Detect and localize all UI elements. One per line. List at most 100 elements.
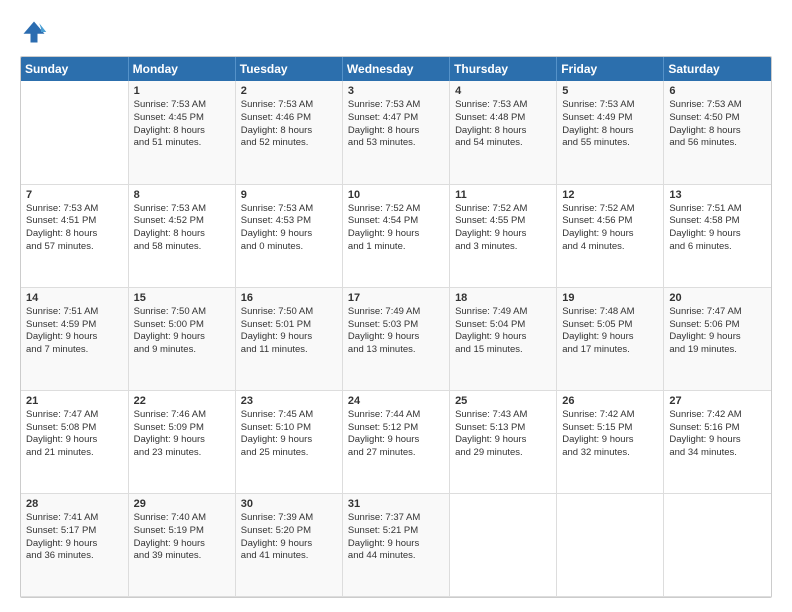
day-number: 24 <box>348 395 444 407</box>
day-info: Sunrise: 7:47 AM Sunset: 5:06 PM Dayligh… <box>669 306 766 357</box>
day-number: 27 <box>669 395 766 407</box>
calendar-cell: 27 Sunrise: 7:42 AM Sunset: 5:16 PM Dayli… <box>664 390 771 493</box>
calendar-cell: 28 Sunrise: 7:41 AM Sunset: 5:17 PM Dayli… <box>21 493 128 596</box>
week-row-2: 7 Sunrise: 7:53 AM Sunset: 4:51 PM Daylig… <box>21 184 771 287</box>
day-number: 28 <box>26 498 123 510</box>
calendar-cell: 13 Sunrise: 7:51 AM Sunset: 4:58 PM Dayli… <box>664 184 771 287</box>
day-number: 31 <box>348 498 444 510</box>
day-info: Sunrise: 7:40 AM Sunset: 5:19 PM Dayligh… <box>134 512 230 563</box>
calendar-cell: 5 Sunrise: 7:53 AM Sunset: 4:49 PM Daylig… <box>557 81 664 184</box>
calendar-cell: 7 Sunrise: 7:53 AM Sunset: 4:51 PM Daylig… <box>21 184 128 287</box>
calendar-cell: 11Sunrise: 7:52 AM Sunset: 4:55 PM Dayli… <box>450 184 557 287</box>
day-number: 26 <box>562 395 658 407</box>
calendar-cell <box>21 81 128 184</box>
day-info: Sunrise: 7:53 AM Sunset: 4:48 PM Dayligh… <box>455 99 551 150</box>
day-number: 21 <box>26 395 123 407</box>
day-info: Sunrise: 7:53 AM Sunset: 4:49 PM Dayligh… <box>562 99 658 150</box>
calendar-table: SundayMondayTuesdayWednesdayThursdayFrid… <box>21 57 771 597</box>
day-number: 2 <box>241 85 337 97</box>
calendar-cell: 15 Sunrise: 7:50 AM Sunset: 5:00 PM Dayli… <box>128 287 235 390</box>
calendar-cell <box>450 493 557 596</box>
header-row: SundayMondayTuesdayWednesdayThursdayFrid… <box>21 57 771 81</box>
calendar-cell: 1 Sunrise: 7:53 AM Sunset: 4:45 PM Daylig… <box>128 81 235 184</box>
day-info: Sunrise: 7:51 AM Sunset: 4:59 PM Dayligh… <box>26 306 123 357</box>
calendar-cell: 2 Sunrise: 7:53 AM Sunset: 4:46 PM Daylig… <box>235 81 342 184</box>
day-number: 12 <box>562 189 658 201</box>
day-number: 13 <box>669 189 766 201</box>
calendar-cell: 10 Sunrise: 7:52 AM Sunset: 4:54 PM Dayli… <box>342 184 449 287</box>
calendar-cell: 4 Sunrise: 7:53 AM Sunset: 4:48 PM Daylig… <box>450 81 557 184</box>
day-number: 30 <box>241 498 337 510</box>
day-info: Sunrise: 7:46 AM Sunset: 5:09 PM Dayligh… <box>134 409 230 460</box>
day-info: Sunrise: 7:52 AM Sunset: 4:54 PM Dayligh… <box>348 203 444 254</box>
day-info: Sunrise: 7:51 AM Sunset: 4:58 PM Dayligh… <box>669 203 766 254</box>
day-number: 19 <box>562 292 658 304</box>
logo-icon <box>20 18 48 46</box>
logo <box>20 18 52 46</box>
day-number: 29 <box>134 498 230 510</box>
day-number: 1 <box>134 85 230 97</box>
day-number: 15 <box>134 292 230 304</box>
day-info: Sunrise: 7:48 AM Sunset: 5:05 PM Dayligh… <box>562 306 658 357</box>
day-info: Sunrise: 7:53 AM Sunset: 4:47 PM Dayligh… <box>348 99 444 150</box>
day-info: Sunrise: 7:53 AM Sunset: 4:50 PM Dayligh… <box>669 99 766 150</box>
calendar-cell: 9 Sunrise: 7:53 AM Sunset: 4:53 PM Daylig… <box>235 184 342 287</box>
calendar-cell: 30Sunrise: 7:39 AM Sunset: 5:20 PM Dayli… <box>235 493 342 596</box>
day-info: Sunrise: 7:53 AM Sunset: 4:46 PM Dayligh… <box>241 99 337 150</box>
day-info: Sunrise: 7:50 AM Sunset: 5:00 PM Dayligh… <box>134 306 230 357</box>
calendar-body: 1 Sunrise: 7:53 AM Sunset: 4:45 PM Daylig… <box>21 81 771 597</box>
day-number: 5 <box>562 85 658 97</box>
day-number: 18 <box>455 292 551 304</box>
day-number: 23 <box>241 395 337 407</box>
day-number: 20 <box>669 292 766 304</box>
day-number: 8 <box>134 189 230 201</box>
calendar-cell: 19 Sunrise: 7:48 AM Sunset: 5:05 PM Dayli… <box>557 287 664 390</box>
calendar-cell <box>664 493 771 596</box>
calendar-cell: 26 Sunrise: 7:42 AM Sunset: 5:15 PM Dayli… <box>557 390 664 493</box>
day-number: 14 <box>26 292 123 304</box>
day-number: 7 <box>26 189 123 201</box>
day-number: 25 <box>455 395 551 407</box>
calendar-cell: 22 Sunrise: 7:46 AM Sunset: 5:09 PM Dayli… <box>128 390 235 493</box>
header-cell-friday: Friday <box>557 57 664 81</box>
day-info: Sunrise: 7:53 AM Sunset: 4:53 PM Dayligh… <box>241 203 337 254</box>
day-info: Sunrise: 7:49 AM Sunset: 5:04 PM Dayligh… <box>455 306 551 357</box>
day-number: 6 <box>669 85 766 97</box>
day-info: Sunrise: 7:52 AM Sunset: 4:55 PM Dayligh… <box>455 203 551 254</box>
day-info: Sunrise: 7:41 AM Sunset: 5:17 PM Dayligh… <box>26 512 123 563</box>
calendar-cell: 12Sunrise: 7:52 AM Sunset: 4:56 PM Dayli… <box>557 184 664 287</box>
week-row-4: 21 Sunrise: 7:47 AM Sunset: 5:08 PM Dayli… <box>21 390 771 493</box>
header-cell-saturday: Saturday <box>664 57 771 81</box>
calendar-cell: 6 Sunrise: 7:53 AM Sunset: 4:50 PM Daylig… <box>664 81 771 184</box>
day-info: Sunrise: 7:53 AM Sunset: 4:51 PM Dayligh… <box>26 203 123 254</box>
calendar-cell: 29 Sunrise: 7:40 AM Sunset: 5:19 PM Dayli… <box>128 493 235 596</box>
day-number: 16 <box>241 292 337 304</box>
calendar: SundayMondayTuesdayWednesdayThursdayFrid… <box>20 56 772 598</box>
calendar-header: SundayMondayTuesdayWednesdayThursdayFrid… <box>21 57 771 81</box>
calendar-cell: 18 Sunrise: 7:49 AM Sunset: 5:04 PM Dayli… <box>450 287 557 390</box>
day-info: Sunrise: 7:42 AM Sunset: 5:16 PM Dayligh… <box>669 409 766 460</box>
day-info: Sunrise: 7:47 AM Sunset: 5:08 PM Dayligh… <box>26 409 123 460</box>
day-number: 9 <box>241 189 337 201</box>
day-number: 17 <box>348 292 444 304</box>
header-cell-thursday: Thursday <box>450 57 557 81</box>
header-cell-monday: Monday <box>128 57 235 81</box>
day-info: Sunrise: 7:42 AM Sunset: 5:15 PM Dayligh… <box>562 409 658 460</box>
calendar-cell: 17 Sunrise: 7:49 AM Sunset: 5:03 PM Dayli… <box>342 287 449 390</box>
day-info: Sunrise: 7:43 AM Sunset: 5:13 PM Dayligh… <box>455 409 551 460</box>
calendar-cell: 16Sunrise: 7:50 AM Sunset: 5:01 PM Dayli… <box>235 287 342 390</box>
day-number: 10 <box>348 189 444 201</box>
day-number: 22 <box>134 395 230 407</box>
week-row-5: 28 Sunrise: 7:41 AM Sunset: 5:17 PM Dayli… <box>21 493 771 596</box>
day-info: Sunrise: 7:45 AM Sunset: 5:10 PM Dayligh… <box>241 409 337 460</box>
day-info: Sunrise: 7:44 AM Sunset: 5:12 PM Dayligh… <box>348 409 444 460</box>
day-info: Sunrise: 7:49 AM Sunset: 5:03 PM Dayligh… <box>348 306 444 357</box>
day-info: Sunrise: 7:53 AM Sunset: 4:45 PM Dayligh… <box>134 99 230 150</box>
header-cell-tuesday: Tuesday <box>235 57 342 81</box>
day-number: 4 <box>455 85 551 97</box>
day-info: Sunrise: 7:37 AM Sunset: 5:21 PM Dayligh… <box>348 512 444 563</box>
day-number: 3 <box>348 85 444 97</box>
header-cell-wednesday: Wednesday <box>342 57 449 81</box>
calendar-cell: 25 Sunrise: 7:43 AM Sunset: 5:13 PM Dayli… <box>450 390 557 493</box>
calendar-cell: 23 Sunrise: 7:45 AM Sunset: 5:10 PM Dayli… <box>235 390 342 493</box>
